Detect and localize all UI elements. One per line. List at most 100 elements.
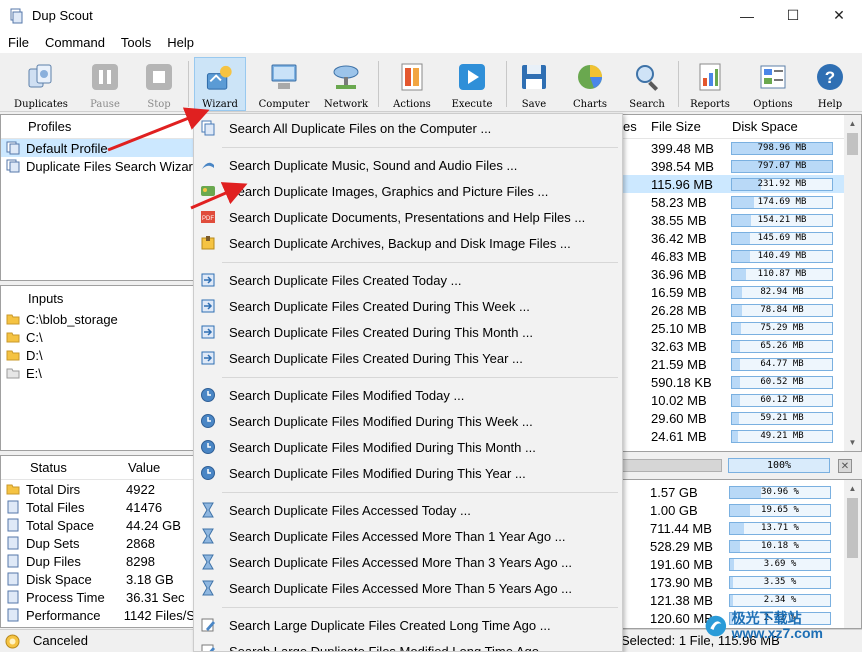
scroll-thumb[interactable] bbox=[847, 133, 858, 155]
wizard-button[interactable]: Wizard bbox=[194, 57, 246, 111]
result-row[interactable]: 590.18 KB 60.52 MB bbox=[621, 373, 861, 391]
wizard-menu-item[interactable]: Search Duplicate Files Modified During T… bbox=[194, 461, 622, 485]
input-item[interactable]: C:\ bbox=[1, 328, 195, 346]
status-row[interactable]: Dup Files 8298 bbox=[1, 552, 195, 570]
status-row[interactable]: Performance 1142 Files/S bbox=[1, 606, 195, 624]
menu-tools[interactable]: Tools bbox=[113, 35, 159, 50]
wizard-menu-item[interactable]: Search All Duplicate Files on the Comput… bbox=[194, 116, 622, 140]
menu-help[interactable]: Help bbox=[159, 35, 202, 50]
scroll-thumb[interactable] bbox=[847, 498, 858, 558]
file-size-cell: 58.23 MB bbox=[651, 194, 707, 210]
profile-item[interactable]: Duplicate Files Search Wizard bbox=[1, 157, 195, 175]
menu-command[interactable]: Command bbox=[37, 35, 113, 50]
wizard-menu-item[interactable]: Search Duplicate Files Accessed More Tha… bbox=[194, 550, 622, 574]
wizard-menu-item[interactable]: Search Duplicate Files Accessed More Tha… bbox=[194, 576, 622, 600]
wizard-menu-item-label: Search Duplicate Files Accessed More Tha… bbox=[229, 528, 566, 544]
result-row[interactable]: 46.83 MB 140.49 MB bbox=[621, 247, 861, 265]
scroll-down-icon[interactable]: ▼ bbox=[844, 434, 861, 451]
toolbar-separator bbox=[678, 61, 679, 107]
result-row[interactable]: 24.61 MB 49.21 MB bbox=[621, 427, 861, 445]
result-row[interactable]: 115.96 MB 231.92 MB bbox=[621, 175, 861, 193]
wizard-menu-item-label: Search Duplicate Files Created During Th… bbox=[229, 298, 530, 314]
input-item[interactable]: D:\ bbox=[1, 346, 195, 364]
result-row[interactable]: 16.59 MB 82.94 MB bbox=[621, 283, 861, 301]
status-row[interactable]: Process Time 36.31 Sec bbox=[1, 588, 195, 606]
status-row[interactable]: Total Space 44.24 GB bbox=[1, 516, 195, 534]
result-row[interactable]: 21.59 MB 64.77 MB bbox=[621, 355, 861, 373]
wizard-menu-item[interactable]: Search Duplicate Files Modified During T… bbox=[194, 409, 622, 433]
stats-row[interactable]: 1.00 GB 19.65 % bbox=[621, 501, 861, 519]
result-row[interactable]: 36.42 MB 145.69 MB bbox=[621, 229, 861, 247]
stats-row[interactable]: 528.29 MB 10.18 % bbox=[621, 537, 861, 555]
inputs-header-label: Inputs bbox=[28, 290, 64, 306]
stop-button[interactable]: Stop bbox=[136, 57, 182, 111]
stats-row[interactable]: 173.90 MB 3.35 % bbox=[621, 573, 861, 591]
reports-button[interactable]: Reports bbox=[684, 57, 736, 111]
status-row[interactable]: Total Files 41476 bbox=[1, 498, 195, 516]
computer-label: Computer bbox=[258, 99, 310, 110]
result-row[interactable]: 26.28 MB 78.84 MB bbox=[621, 301, 861, 319]
result-row[interactable]: 10.02 MB 60.12 MB bbox=[621, 391, 861, 409]
file-size-cell: 25.10 MB bbox=[651, 320, 707, 336]
status-row[interactable]: Dup Sets 2868 bbox=[1, 534, 195, 552]
sets-icon bbox=[7, 536, 19, 550]
wizard-menu-item[interactable]: Search Duplicate Files Created Today ... bbox=[194, 268, 622, 292]
status-panel: Status Value Total Dirs 4922 Total Files 41… bbox=[0, 455, 196, 628]
wizard-menu-item[interactable]: Search Large Duplicate Files Created Lon… bbox=[194, 613, 622, 637]
input-item[interactable]: C:\blob_storage bbox=[1, 310, 195, 328]
profiles-header-label: Profiles bbox=[28, 119, 72, 134]
result-row[interactable]: 36.96 MB 110.87 MB bbox=[621, 265, 861, 283]
wizard-menu-item[interactable]: Search Duplicate Music, Sound and Audio … bbox=[194, 153, 622, 177]
profile-item[interactable]: Default Profile bbox=[1, 139, 195, 157]
wizard-menu-item[interactable]: Search Duplicate Files Created During Th… bbox=[194, 294, 622, 318]
result-row[interactable]: 25.10 MB 75.29 MB bbox=[621, 319, 861, 337]
search-button[interactable]: Search bbox=[622, 57, 672, 111]
input-item[interactable]: E:\ bbox=[1, 364, 195, 382]
status-row[interactable]: Total Dirs 4922 bbox=[1, 480, 195, 498]
wizard-menu-item[interactable]: Search Duplicate Files Modified During T… bbox=[194, 435, 622, 459]
wizard-menu-item-label: Search Duplicate Music, Sound and Audio … bbox=[229, 157, 518, 173]
wizard-menu-item[interactable]: Search Large Duplicate Files Modified Lo… bbox=[194, 639, 622, 651]
scroll-up-icon[interactable]: ▲ bbox=[844, 480, 861, 497]
wizard-menu-item[interactable]: Search Duplicate Files Accessed Today ..… bbox=[194, 498, 622, 522]
result-row[interactable]: 399.48 MB 798.96 MB bbox=[621, 139, 861, 157]
stats-row[interactable]: 711.44 MB 13.71 % bbox=[621, 519, 861, 537]
results-header: es File Size Disk Space bbox=[621, 115, 861, 139]
duplicates-button[interactable]: Duplicates bbox=[6, 57, 76, 111]
wizard-menu-item[interactable]: Search Duplicate Files Accessed More Tha… bbox=[194, 524, 622, 548]
options-button[interactable]: Options bbox=[746, 57, 800, 111]
wizard-menu-item[interactable]: PDF Search Duplicate Documents, Presentat… bbox=[194, 205, 622, 229]
wizard-menu-item[interactable]: Search Duplicate Files Created During Th… bbox=[194, 320, 622, 344]
network-button[interactable]: Network bbox=[320, 57, 372, 111]
result-row[interactable]: 32.63 MB 65.26 MB bbox=[621, 337, 861, 355]
wizard-menu-item[interactable]: Search Duplicate Archives, Backup and Di… bbox=[194, 231, 622, 255]
disk-space-bar: 231.92 MB bbox=[731, 177, 833, 191]
close-icon[interactable]: ✕ bbox=[838, 459, 852, 473]
actions-button[interactable]: Actions bbox=[386, 57, 438, 111]
save-button[interactable]: Save bbox=[512, 57, 556, 111]
result-row[interactable]: 398.54 MB 797.07 MB bbox=[621, 157, 861, 175]
wizard-menu-item[interactable]: Search Duplicate Files Created During Th… bbox=[194, 346, 622, 370]
input-path: E:\ bbox=[26, 365, 42, 381]
minimize-button[interactable]: — bbox=[724, 0, 770, 31]
help-button[interactable]: ? Help bbox=[808, 57, 852, 111]
scroll-up-icon[interactable]: ▲ bbox=[844, 115, 861, 132]
result-row[interactable]: 38.55 MB 154.21 MB bbox=[621, 211, 861, 229]
wizard-menu-item[interactable]: Search Duplicate Images, Graphics and Pi… bbox=[194, 179, 622, 203]
charts-button[interactable]: Charts bbox=[564, 57, 616, 111]
computer-button[interactable]: Computer bbox=[256, 57, 312, 111]
status-label: Disk Space bbox=[26, 571, 92, 587]
stats-row[interactable]: 191.60 MB 3.69 % bbox=[621, 555, 861, 573]
menu-file[interactable]: File bbox=[0, 35, 37, 50]
results-scrollbar[interactable]: ▲ ▼ bbox=[844, 115, 861, 451]
result-row[interactable]: 29.60 MB 59.21 MB bbox=[621, 409, 861, 427]
status-row[interactable]: Disk Space 3.18 GB bbox=[1, 570, 195, 588]
maximize-button[interactable]: ☐ bbox=[770, 0, 816, 31]
wizard-menu-item-label: Search Duplicate Files Modified During T… bbox=[229, 413, 533, 429]
pause-button[interactable]: Pause bbox=[82, 57, 128, 111]
result-row[interactable]: 58.23 MB 174.69 MB bbox=[621, 193, 861, 211]
execute-button[interactable]: Execute bbox=[446, 57, 498, 111]
wizard-menu-item[interactable]: Search Duplicate Files Modified Today ..… bbox=[194, 383, 622, 407]
stats-row[interactable]: 1.57 GB 30.96 % bbox=[621, 483, 861, 501]
close-button[interactable]: ✕ bbox=[816, 0, 862, 31]
